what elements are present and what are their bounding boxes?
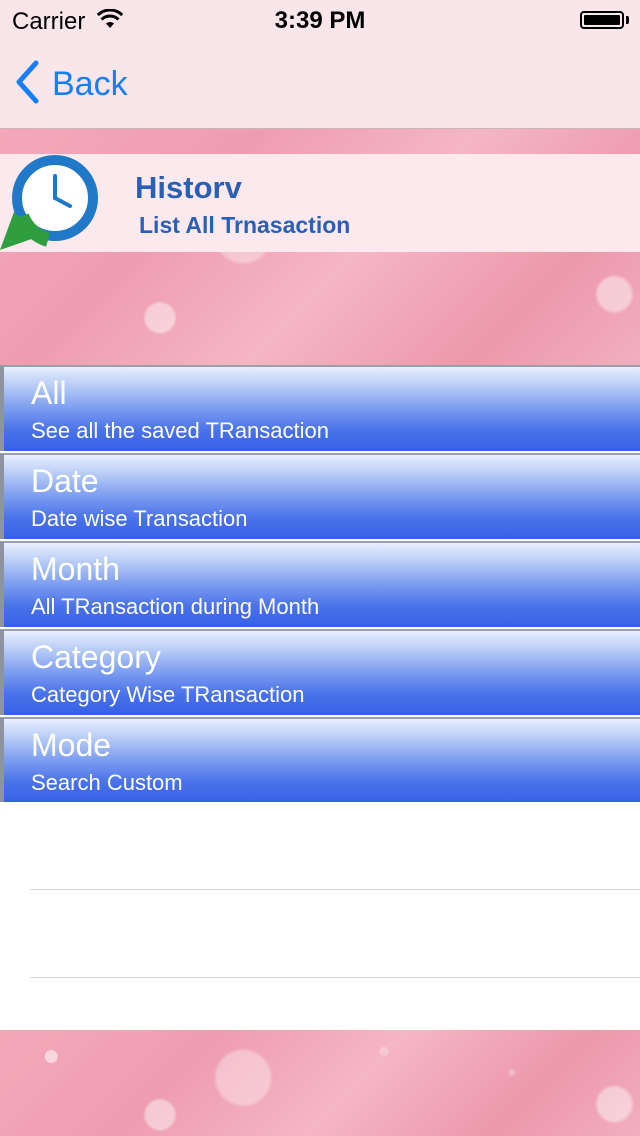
menu-item-description: See all the saved TRansaction	[31, 418, 329, 443]
chevron-left-icon	[14, 60, 40, 109]
history-clock-icon	[0, 154, 100, 257]
page-subtitle: List All Trnasaction	[139, 212, 351, 238]
menu-item-date[interactable]: Date Date wise Transaction	[0, 453, 640, 539]
menu-item-title: Category	[31, 639, 161, 675]
navigation-bar: Back	[0, 40, 640, 129]
back-button[interactable]: Back	[14, 60, 128, 109]
history-menu-list: All See all the saved TRansaction Date D…	[0, 365, 640, 805]
menu-item-description: Category Wise TRansaction	[31, 682, 305, 707]
menu-item-title: Month	[31, 551, 120, 587]
menu-item-title: All	[31, 375, 67, 411]
page-title: Historv	[135, 170, 242, 205]
menu-item-description: All TRansaction during Month	[31, 594, 320, 619]
background-texture-bottom	[0, 1030, 640, 1136]
menu-item-description: Search Custom	[31, 770, 183, 795]
empty-table-area	[0, 802, 640, 1030]
battery-tip	[626, 16, 629, 24]
back-label: Back	[52, 64, 128, 103]
menu-item-title: Date	[31, 463, 99, 499]
menu-item-month[interactable]: Month All TRansaction during Month	[0, 541, 640, 627]
menu-item-mode[interactable]: Mode Search Custom	[0, 717, 640, 803]
status-bar: Carrier 3:39 PM	[0, 0, 640, 40]
row-separator	[30, 977, 640, 978]
battery-icon	[580, 11, 624, 29]
menu-item-description: Date wise Transaction	[31, 506, 248, 531]
menu-item-all[interactable]: All See all the saved TRansaction	[0, 365, 640, 451]
row-separator	[30, 889, 640, 890]
menu-item-category[interactable]: Category Category Wise TRansaction	[0, 629, 640, 715]
menu-item-title: Mode	[31, 727, 112, 763]
clock-time: 3:39 PM	[274, 7, 366, 34]
